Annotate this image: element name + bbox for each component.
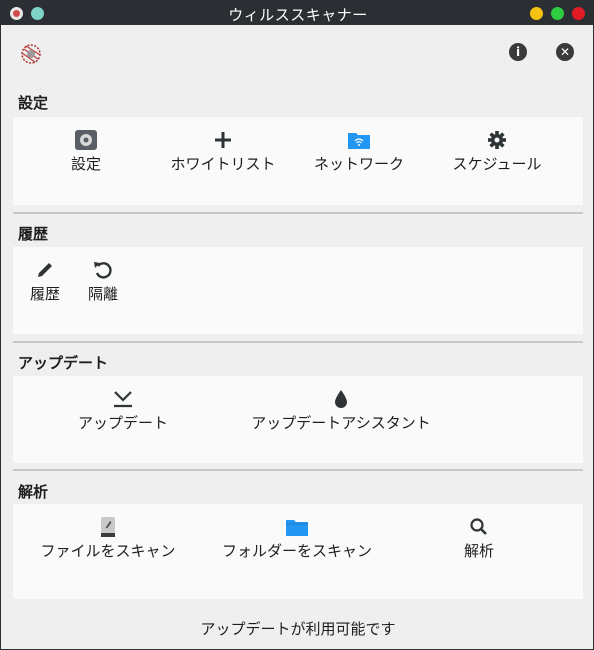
section-title-history: 履歴	[18, 225, 49, 243]
download-icon	[114, 391, 132, 408]
gear-icon	[488, 131, 506, 149]
whitelist-button[interactable]: ホワイトリスト	[161, 129, 285, 174]
settings-button[interactable]: 設定	[53, 129, 119, 174]
network-button[interactable]: ネットワーク	[309, 129, 409, 174]
section-title-update: アップデート	[18, 354, 109, 372]
settings-app-icon	[75, 130, 97, 150]
section-title-analysis: 解析	[18, 483, 49, 501]
minimize-button[interactable]	[530, 7, 543, 20]
history-panel: 履歴 隔離	[13, 247, 583, 334]
drop-icon	[335, 390, 347, 408]
pencil-icon	[38, 263, 52, 277]
section-title-settings: 設定	[18, 94, 49, 112]
separator	[13, 469, 583, 471]
app-window: ウィルススキャナー i ✕ 設定 設定 ホワイトリスト ネットワーク スケジュー…	[0, 0, 594, 650]
network-folder-icon	[348, 133, 370, 149]
title-bar[interactable]: ウィルススキャナー	[1, 1, 594, 25]
separator	[13, 341, 583, 343]
clamtk-logo-icon	[21, 44, 41, 64]
quarantine-button[interactable]: 隔離	[81, 259, 125, 304]
schedule-button[interactable]: スケジュール	[447, 129, 547, 174]
undo-icon	[94, 262, 112, 279]
analysis-button[interactable]: 解析	[455, 516, 503, 561]
status-message: アップデートが利用可能です	[200, 620, 396, 638]
about-button[interactable]: i	[509, 43, 527, 61]
settings-panel: 設定 ホワイトリスト ネットワーク スケジュール	[13, 117, 583, 205]
update-panel: アップデート アップデートアシスタント	[13, 376, 583, 463]
analysis-panel: ファイルをスキャン フォルダーをスキャン 解析	[13, 504, 583, 599]
history-button[interactable]: 履歴	[23, 259, 67, 304]
folder-icon	[286, 520, 308, 536]
plus-icon	[215, 132, 231, 148]
file-icon	[101, 517, 115, 537]
quit-button[interactable]: ✕	[556, 43, 574, 61]
scan-folder-button[interactable]: フォルダーをスキャン	[209, 516, 385, 561]
scan-file-button[interactable]: ファイルをスキャン	[33, 516, 183, 561]
update-assistant-button[interactable]: アップデートアシスタント	[241, 388, 441, 433]
update-button[interactable]: アップデート	[73, 388, 173, 433]
maximize-button[interactable]	[551, 7, 564, 20]
close-window-button[interactable]	[572, 7, 585, 20]
search-icon	[470, 518, 487, 535]
separator	[13, 212, 583, 214]
window-title: ウィルススキャナー	[228, 6, 368, 24]
